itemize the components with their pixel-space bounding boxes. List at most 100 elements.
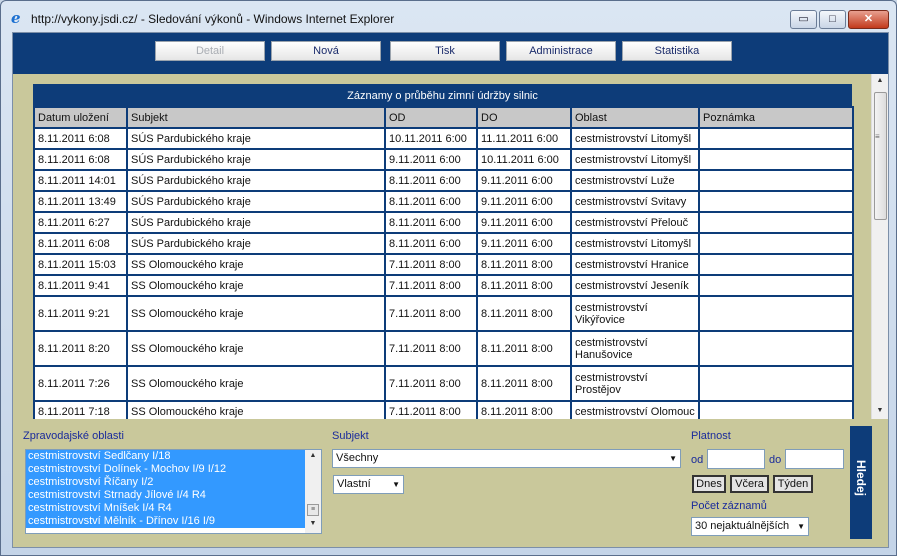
chevron-down-icon: ▼ <box>797 522 805 531</box>
cell-note <box>698 253 854 276</box>
cell-subject: SÚS Pardubického kraje <box>126 169 386 192</box>
listbox-down-arrow-icon[interactable]: ▼ <box>305 520 321 527</box>
cell-area: cestmistrovství Luže <box>570 169 700 192</box>
statistics-button[interactable]: Statistika <box>622 41 732 61</box>
cell-date: 8.11.2011 14:01 <box>33 169 128 192</box>
cell-to: 10.11.2011 6:00 <box>476 148 572 171</box>
administration-button[interactable]: Administrace <box>506 41 616 61</box>
records-panel: Záznamy o průběhu zimní údržby silnic Da… <box>13 74 871 419</box>
column-header-to[interactable]: DO <box>476 106 572 129</box>
cell-note <box>698 365 854 402</box>
new-button[interactable]: Nová <box>271 41 381 61</box>
cell-subject: SÚS Pardubického kraje <box>126 127 386 150</box>
cell-from: 7.11.2011 8:00 <box>384 253 478 276</box>
close-button[interactable]: ✕ <box>848 10 889 29</box>
column-header-from[interactable]: OD <box>384 106 478 129</box>
cell-note <box>698 190 854 213</box>
scroll-grip-icon: ≡ <box>875 132 880 141</box>
listbox-scroll-thumb[interactable]: ≡ <box>307 504 319 516</box>
areas-option[interactable]: cestmistrovství Sedlčany I/18 <box>26 450 306 463</box>
scroll-thumb[interactable] <box>874 92 887 220</box>
table-row[interactable]: 8.11.2011 9:41 SS Olomouckého kraje 7.11.2… <box>33 274 854 297</box>
cell-subject: SÚS Pardubického kraje <box>126 232 386 255</box>
scroll-down-arrow-icon[interactable]: ▼ <box>872 404 888 418</box>
areas-option[interactable]: cestmistrovství Mělník - Dřínov I/16 I/9 <box>26 515 306 528</box>
week-button[interactable]: Týden <box>773 475 813 493</box>
areas-option[interactable]: cestmistrovství Mníšek I/4 R4 <box>26 502 306 515</box>
ownership-select-value: Vlastní <box>337 478 371 490</box>
cell-date: 8.11.2011 7:26 <box>33 365 128 402</box>
cell-from: 7.11.2011 8:00 <box>384 365 478 402</box>
cell-date: 8.11.2011 13:49 <box>33 190 128 213</box>
cell-subject: SS Olomouckého kraje <box>126 400 386 419</box>
cell-date: 8.11.2011 6:08 <box>33 232 128 255</box>
areas-listbox-scrollbar[interactable]: ▲ ≡ ▼ <box>305 450 321 533</box>
ownership-select[interactable]: Vlastní ▼ <box>333 475 404 494</box>
filter-panel: Zpravodajské oblasti cestmistrovství Sed… <box>13 419 888 547</box>
table-row[interactable]: 8.11.2011 7:18 SS Olomouckého kraje 7.11.2… <box>33 400 854 419</box>
cell-subject: SS Olomouckého kraje <box>126 330 386 367</box>
page-scrollbar[interactable]: ▲ ≡ ▼ <box>871 74 888 419</box>
table-caption: Záznamy o průběhu zimní údržby silnic <box>33 84 852 106</box>
listbox-up-arrow-icon[interactable]: ▲ <box>305 452 321 459</box>
areas-option[interactable]: cestmistrovství Říčany I/2 <box>26 476 306 489</box>
cell-to: 8.11.2011 8:00 <box>476 400 572 419</box>
cell-to: 8.11.2011 8:00 <box>476 330 572 367</box>
search-button[interactable]: Hledej <box>850 426 872 539</box>
table-row[interactable]: 8.11.2011 6:08 SÚS Pardubického kraje 8.11… <box>33 232 854 255</box>
cell-area: cestmistrovství Litomyšl <box>570 127 700 150</box>
app-toolbar: Detail Nová Tisk Administrace Statistika <box>13 33 888 74</box>
scroll-up-arrow-icon[interactable]: ▲ <box>872 74 888 88</box>
cell-to: 8.11.2011 8:00 <box>476 365 572 402</box>
minimize-button[interactable]: ▭ <box>790 10 817 29</box>
ie-logo-icon: e <box>11 9 21 27</box>
cell-to: 9.11.2011 6:00 <box>476 211 572 234</box>
maximize-button[interactable]: □ <box>819 10 846 29</box>
print-button[interactable]: Tisk <box>390 41 500 61</box>
table-row[interactable]: 8.11.2011 13:49 SÚS Pardubického kraje 8.1… <box>33 190 854 213</box>
column-header-subject[interactable]: Subjekt <box>126 106 386 129</box>
table-row[interactable]: 8.11.2011 7:26 SS Olomouckého kraje 7.11.2… <box>33 365 854 402</box>
areas-option[interactable]: cestmistrovství Strnady Jílové I/4 R4 <box>26 489 306 502</box>
cell-to: 8.11.2011 8:00 <box>476 253 572 276</box>
cell-area: cestmistrovství Vikýřovice <box>570 295 700 332</box>
cell-area: cestmistrovství Přelouč <box>570 211 700 234</box>
column-header-area[interactable]: Oblast <box>570 106 700 129</box>
table-row[interactable]: 8.11.2011 8:20 SS Olomouckého kraje 7.11.2… <box>33 330 854 367</box>
table-row[interactable]: 8.11.2011 6:27 SÚS Pardubického kraje 8.11… <box>33 211 854 234</box>
cell-from: 10.11.2011 6:00 <box>384 127 478 150</box>
table-row[interactable]: 8.11.2011 6:08 SÚS Pardubického kraje 9.11… <box>33 148 854 171</box>
cell-note <box>698 400 854 419</box>
window-title: http://vykony.jsdi.cz/ - Sledování výkon… <box>31 12 395 26</box>
areas-listbox[interactable]: cestmistrovství Sedlčany I/18 cestmistrov… <box>25 449 322 534</box>
cell-to: 8.11.2011 8:00 <box>476 295 572 332</box>
cell-date: 8.11.2011 15:03 <box>33 253 128 276</box>
column-header-date[interactable]: Datum uložení <box>33 106 128 129</box>
cell-note <box>698 232 854 255</box>
date-from-input[interactable] <box>707 449 765 469</box>
today-button[interactable]: Dnes <box>692 475 726 493</box>
cell-area: cestmistrovství Olomouc <box>570 400 700 419</box>
table-row[interactable]: 8.11.2011 14:01 SÚS Pardubického kraje 8.1… <box>33 169 854 192</box>
cell-from: 8.11.2011 6:00 <box>384 190 478 213</box>
cell-subject: SS Olomouckého kraje <box>126 295 386 332</box>
cell-subject: SS Olomouckého kraje <box>126 253 386 276</box>
cell-to: 9.11.2011 6:00 <box>476 169 572 192</box>
cell-date: 8.11.2011 6:27 <box>33 211 128 234</box>
count-select-value: 30 nejaktuálnějších <box>695 520 790 532</box>
table-row[interactable]: 8.11.2011 6:08 SÚS Pardubického kraje 10.1… <box>33 127 854 150</box>
areas-label: Zpravodajské oblasti <box>23 430 124 442</box>
subject-select[interactable]: Všechny ▼ <box>332 449 681 468</box>
count-select[interactable]: 30 nejaktuálnějších ▼ <box>691 517 809 536</box>
cell-note <box>698 127 854 150</box>
date-to-input[interactable] <box>785 449 844 469</box>
search-button-label: Hledej <box>854 460 868 497</box>
cell-area: cestmistrovství Prostějov <box>570 365 700 402</box>
column-header-note[interactable]: Poznámka <box>698 106 854 129</box>
detail-button[interactable]: Detail <box>155 41 265 61</box>
areas-option[interactable]: cestmistrovství Dolínek - Mochov I/9 I/1… <box>26 463 306 476</box>
cell-from: 7.11.2011 8:00 <box>384 330 478 367</box>
table-row[interactable]: 8.11.2011 9:21 SS Olomouckého kraje 7.11.2… <box>33 295 854 332</box>
table-row[interactable]: 8.11.2011 15:03 SS Olomouckého kraje 7.11.… <box>33 253 854 276</box>
yesterday-button[interactable]: Včera <box>730 475 769 493</box>
